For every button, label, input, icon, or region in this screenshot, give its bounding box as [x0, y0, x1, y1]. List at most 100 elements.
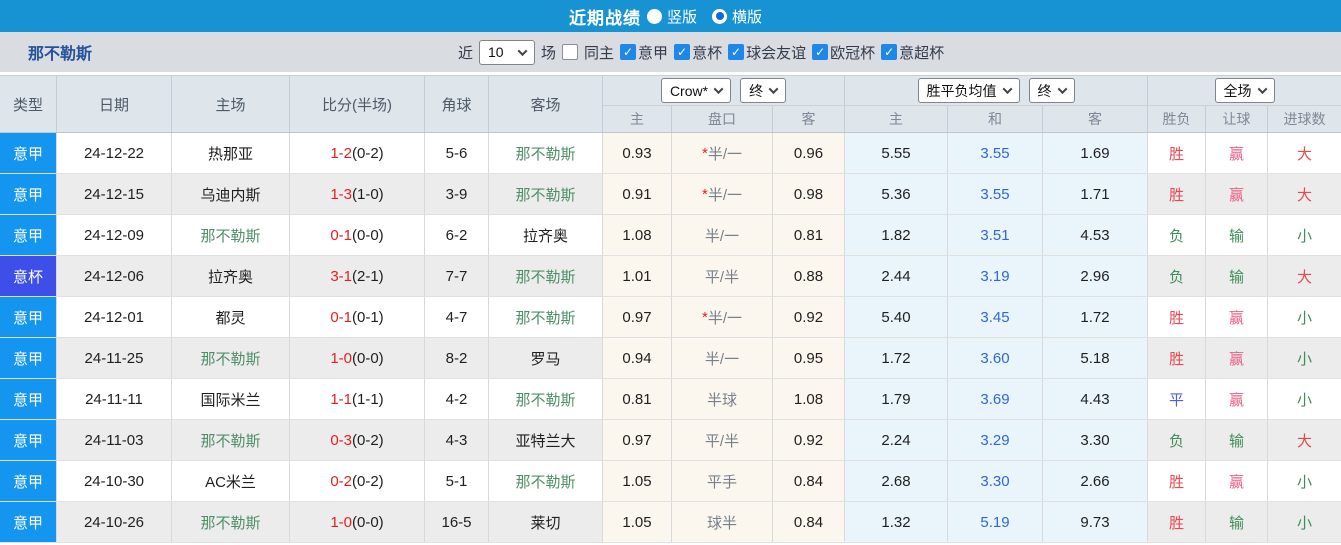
- away-team: 那不勒斯: [489, 174, 603, 214]
- away-odds-cell: 0.92: [773, 420, 845, 460]
- home-team: 那不勒斯: [172, 420, 290, 460]
- handicap-cell: *半/一: [672, 297, 773, 337]
- scope-select[interactable]: 全场: [1215, 78, 1275, 103]
- handicap-result-cell: 输: [1206, 215, 1268, 255]
- handicap-result-cell: 赢: [1206, 174, 1268, 214]
- full-score: 0-2: [330, 473, 352, 490]
- date-cell: 24-12-15: [57, 174, 172, 214]
- handicap-text: 半球: [707, 389, 737, 410]
- league-label: 球会友谊: [746, 42, 806, 63]
- home-odds-cell: 0.91: [603, 174, 672, 214]
- matches-label: 场: [541, 42, 556, 63]
- home-odds-cell: 1.01: [603, 256, 672, 296]
- column-header: 日期: [57, 76, 172, 132]
- handicap-result-cell: 赢: [1206, 461, 1268, 501]
- column-subheader: 主: [845, 106, 948, 132]
- handicap-result-cell: 赢: [1206, 379, 1268, 419]
- handicap-text: 球半: [707, 512, 737, 533]
- result-cell: 胜: [1148, 338, 1206, 378]
- result-cell: 负: [1148, 215, 1206, 255]
- table-body: 意甲24-12-22热那亚1-2(0-2)5-6那不勒斯0.93*半/一0.96…: [0, 133, 1341, 543]
- column-subheader: 让球: [1206, 106, 1268, 132]
- odds-company-select[interactable]: Crow*: [661, 78, 731, 103]
- avg-away-cell: 2.66: [1043, 461, 1148, 501]
- type-cell: 意甲: [0, 133, 57, 173]
- full-score: 0-1: [330, 309, 352, 326]
- radio-vertical-option[interactable]: [647, 9, 662, 24]
- away-team: 亚特兰大: [489, 420, 603, 460]
- league-checkbox[interactable]: ✓: [812, 44, 828, 60]
- goals-cell: 大: [1268, 133, 1341, 173]
- handicap-cell: 半/一: [672, 338, 773, 378]
- result-cell: 胜: [1148, 133, 1206, 173]
- table-row: 意甲24-12-01都灵0-1(0-1)4-7那不勒斯0.97*半/一0.925…: [0, 297, 1341, 338]
- result-cell: 负: [1148, 256, 1206, 296]
- corner-cell: 5-1: [425, 461, 489, 501]
- type-cell: 意杯: [0, 256, 57, 296]
- result-cell: 负: [1148, 420, 1206, 460]
- league-checkbox[interactable]: ✓: [674, 44, 690, 60]
- league-checkbox[interactable]: ✓: [620, 44, 636, 60]
- handicap-text: 半/一: [708, 143, 742, 164]
- filter-controls: 近 10 场 同主 ✓意甲✓意杯✓球会友谊✓欧冠杯✓意超杯: [458, 32, 944, 72]
- filter-bar: 那不勒斯 近 10 场 同主 ✓意甲✓意杯✓球会友谊✓欧冠杯✓意超杯: [0, 32, 1341, 72]
- column-subheader: 胜负: [1148, 106, 1206, 132]
- league-checkbox[interactable]: ✓: [728, 44, 744, 60]
- date-cell: 24-10-30: [57, 461, 172, 501]
- half-score: (0-2): [352, 432, 384, 449]
- type-cell: 意甲: [0, 338, 57, 378]
- avg-away-cell: 4.43: [1043, 379, 1148, 419]
- home-odds-cell: 0.97: [603, 297, 672, 337]
- handicap-result-cell: 赢: [1206, 297, 1268, 337]
- home-odds-cell: 0.93: [603, 133, 672, 173]
- date-cell: 24-12-06: [57, 256, 172, 296]
- home-team: AC米兰: [172, 461, 290, 501]
- away-odds-cell: 0.96: [773, 133, 845, 173]
- odds-time-select[interactable]: 终: [740, 78, 786, 103]
- handicap-result-cell: 输: [1206, 256, 1268, 296]
- same-home-checkbox[interactable]: [562, 44, 578, 60]
- avg-away-cell: 2.96: [1043, 256, 1148, 296]
- goals-cell: 小: [1268, 461, 1341, 501]
- radio-horizontal-option[interactable]: [712, 9, 727, 24]
- league-label: 意超杯: [899, 42, 944, 63]
- away-odds-cell: 0.88: [773, 256, 845, 296]
- goals-cell: 小: [1268, 379, 1341, 419]
- title-bar: 近期战绩 竖版横版: [0, 0, 1341, 32]
- avg-away-cell: 3.30: [1043, 420, 1148, 460]
- league-checkbox[interactable]: ✓: [881, 44, 897, 60]
- half-score: (0-0): [352, 227, 384, 244]
- type-cell: 意甲: [0, 461, 57, 501]
- result-cell: 胜: [1148, 502, 1206, 542]
- table-row: 意甲24-12-09那不勒斯0-1(0-0)6-2拉齐奥1.08半/一0.811…: [0, 215, 1341, 256]
- table-row: 意甲24-11-25那不勒斯1-0(0-0)8-2罗马0.94半/一0.951.…: [0, 338, 1341, 379]
- table-row: 意甲24-10-26那不勒斯1-0(0-0)16-5莱切1.05球半0.841.…: [0, 502, 1341, 543]
- avg-away-cell: 4.53: [1043, 215, 1148, 255]
- home-team: 那不勒斯: [172, 215, 290, 255]
- goals-cell: 小: [1268, 338, 1341, 378]
- avg-draw-cell: 3.69: [948, 379, 1043, 419]
- type-cell: 意甲: [0, 502, 57, 542]
- match-count-select[interactable]: 10: [479, 40, 535, 65]
- away-team: 莱切: [489, 502, 603, 542]
- handicap-cell: 平/半: [672, 420, 773, 460]
- home-team: 那不勒斯: [172, 502, 290, 542]
- avg-home-cell: 2.44: [845, 256, 948, 296]
- avg-name-select[interactable]: 胜平负均值: [918, 78, 1020, 103]
- chevron-down-icon: [1002, 84, 1012, 94]
- table-row: 意甲24-11-03那不勒斯0-3(0-2)4-3亚特兰大0.97平/半0.92…: [0, 420, 1341, 461]
- avg-home-cell: 5.40: [845, 297, 948, 337]
- avg-home-cell: 1.32: [845, 502, 948, 542]
- half-score: (0-1): [352, 309, 384, 326]
- date-cell: 24-11-03: [57, 420, 172, 460]
- avg-time-select[interactable]: 终: [1029, 78, 1075, 103]
- handicap-cell: *半/一: [672, 174, 773, 214]
- score-cell: 1-0(0-0): [290, 338, 425, 378]
- goals-cell: 小: [1268, 215, 1341, 255]
- half-score: (0-0): [352, 514, 384, 531]
- home-team: 国际米兰: [172, 379, 290, 419]
- corner-cell: 4-3: [425, 420, 489, 460]
- away-team: 那不勒斯: [489, 133, 603, 173]
- handicap-text: 平/半: [705, 266, 739, 287]
- avg-draw-cell: 3.55: [948, 174, 1043, 214]
